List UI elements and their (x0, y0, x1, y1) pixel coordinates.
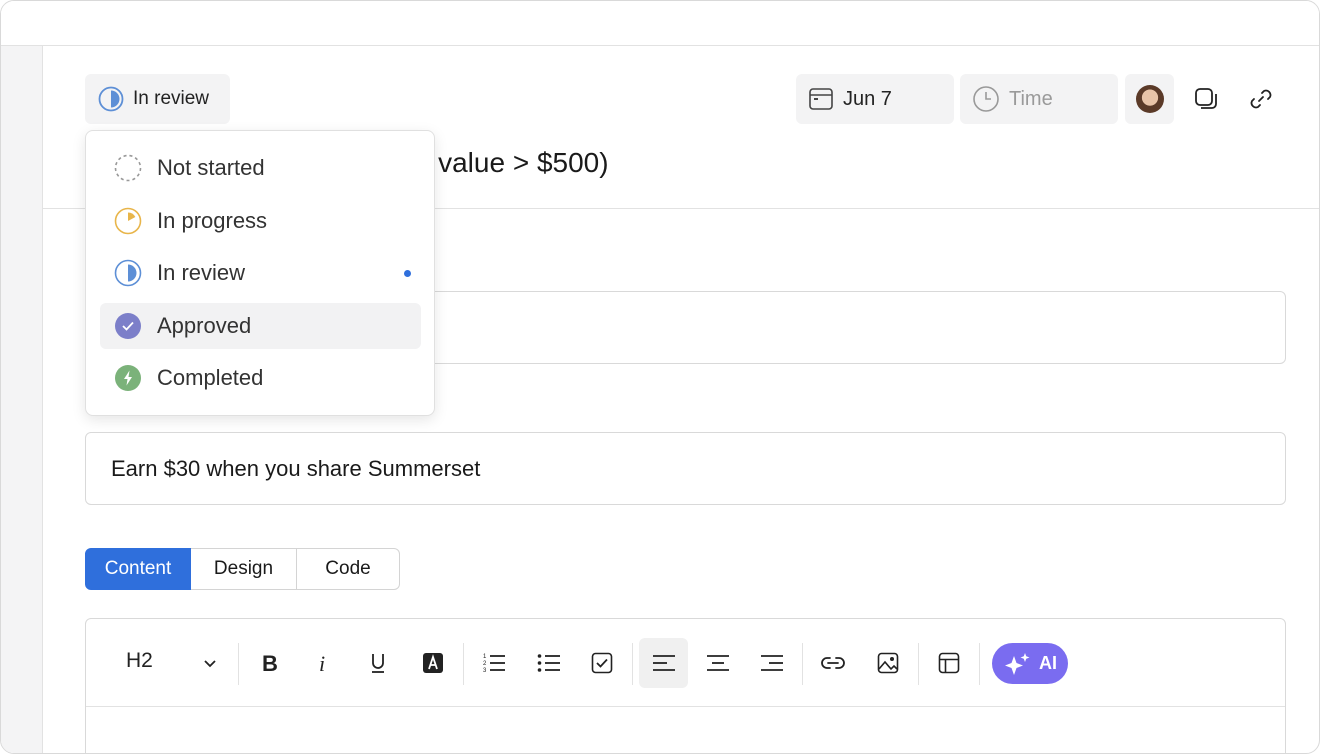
italic-icon: i (319, 652, 325, 674)
heading-dropdown-button[interactable] (194, 638, 226, 688)
svg-text:1: 1 (483, 654, 487, 660)
toolbar-separator (979, 643, 980, 685)
ai-label: AI (1039, 653, 1057, 673)
bolt-circle-icon (115, 365, 141, 391)
italic-button[interactable]: i (303, 638, 343, 688)
toolbar-separator (802, 643, 803, 685)
table-icon (938, 652, 960, 674)
tab-code[interactable]: Code (297, 548, 400, 590)
toolbar-separator (238, 643, 239, 685)
bullet-list-button[interactable] (529, 638, 569, 688)
copy-icon (1195, 88, 1217, 109)
toolbar-separator (632, 643, 633, 685)
rich-text-editor: H2 B i 1 2 3 AI (85, 618, 1286, 753)
menu-item-label: Not started (157, 155, 265, 180)
menu-item-label: In progress (157, 208, 268, 233)
menu-item-label: In review (157, 260, 246, 285)
sparkle-icon (1005, 652, 1030, 675)
align-right-button[interactable] (752, 638, 792, 688)
calendar-icon (809, 88, 833, 110)
svg-text:B: B (262, 652, 278, 674)
underline-icon (372, 654, 384, 673)
align-center-icon (707, 655, 729, 671)
heading-select[interactable]: H2 (126, 649, 153, 673)
text-color-icon (423, 653, 443, 673)
menu-item-not-started[interactable]: Not started (100, 145, 421, 191)
align-center-button[interactable] (698, 638, 738, 688)
ordered-list-button[interactable]: 1 2 3 (475, 638, 515, 688)
selected-indicator (404, 270, 411, 277)
tab-design[interactable]: Design (191, 548, 297, 590)
date-picker[interactable]: Jun 7 (796, 74, 954, 124)
bold-icon: B (262, 652, 278, 674)
tab-content[interactable]: Content (85, 548, 191, 590)
link-icon (821, 657, 845, 669)
tab-group: Content Design Code (85, 548, 400, 590)
copy-link-button[interactable] (1241, 79, 1281, 119)
page-title: r value > $500) (421, 147, 609, 178)
bullet-list-icon (537, 654, 560, 672)
checkbox-icon (591, 652, 613, 674)
menu-item-label: Completed (157, 365, 264, 390)
progress-circle-icon (114, 207, 142, 235)
date-value: Jun 7 (843, 87, 892, 110)
half-circle-icon (98, 86, 124, 112)
link-icon (1250, 89, 1272, 109)
check-circle-icon (115, 313, 141, 339)
image-icon (877, 652, 899, 674)
editor-toolbar: H2 B i 1 2 3 AI (86, 619, 1285, 707)
top-bar (1, 1, 1319, 46)
underline-button[interactable] (358, 638, 398, 688)
text-color-button[interactable] (413, 638, 453, 688)
align-right-icon (761, 655, 783, 671)
bold-button[interactable]: B (249, 638, 289, 688)
avatar (1135, 85, 1164, 113)
text-field-share[interactable]: Earn $30 when you share Summerset (85, 432, 1286, 505)
menu-item-label: Approved (157, 313, 252, 338)
clock-icon (973, 86, 999, 112)
menu-item-in-review[interactable]: In review (100, 250, 421, 296)
insert-image-button[interactable] (868, 638, 908, 688)
field-value: Earn $30 when you share Summerset (111, 455, 481, 481)
chevron-down-icon (204, 660, 216, 668)
checklist-button[interactable] (582, 638, 622, 688)
status-label: In review (133, 88, 210, 109)
dashed-circle-icon (114, 154, 142, 182)
insert-link-button[interactable] (813, 638, 853, 688)
menu-item-in-progress[interactable]: In progress (100, 198, 421, 244)
left-rail (1, 46, 43, 753)
toolbar-separator (918, 643, 919, 685)
svg-text:i: i (319, 652, 325, 674)
ordered-list-icon: 1 2 3 (483, 654, 505, 674)
align-left-button[interactable] (639, 638, 688, 688)
menu-item-approved[interactable]: Approved (100, 303, 421, 349)
status-button[interactable]: In review (85, 74, 230, 124)
status-dropdown-menu: Not started In progress In review Approv… (85, 130, 435, 416)
menu-item-completed[interactable]: Completed (100, 355, 421, 401)
insert-table-button[interactable] (929, 638, 969, 688)
svg-text:3: 3 (483, 668, 487, 674)
svg-text:2: 2 (483, 661, 487, 667)
time-picker[interactable]: Time (960, 74, 1118, 124)
half-circle-icon (114, 259, 142, 287)
assignee-button[interactable] (1125, 74, 1174, 124)
app-window: In review Jun 7 Time r value > $500) Ear… (0, 0, 1320, 754)
time-placeholder: Time (1009, 87, 1053, 110)
toolbar-separator (463, 643, 464, 685)
align-left-icon (652, 655, 675, 671)
ai-button[interactable]: AI (992, 643, 1068, 684)
duplicate-button[interactable] (1186, 79, 1226, 119)
